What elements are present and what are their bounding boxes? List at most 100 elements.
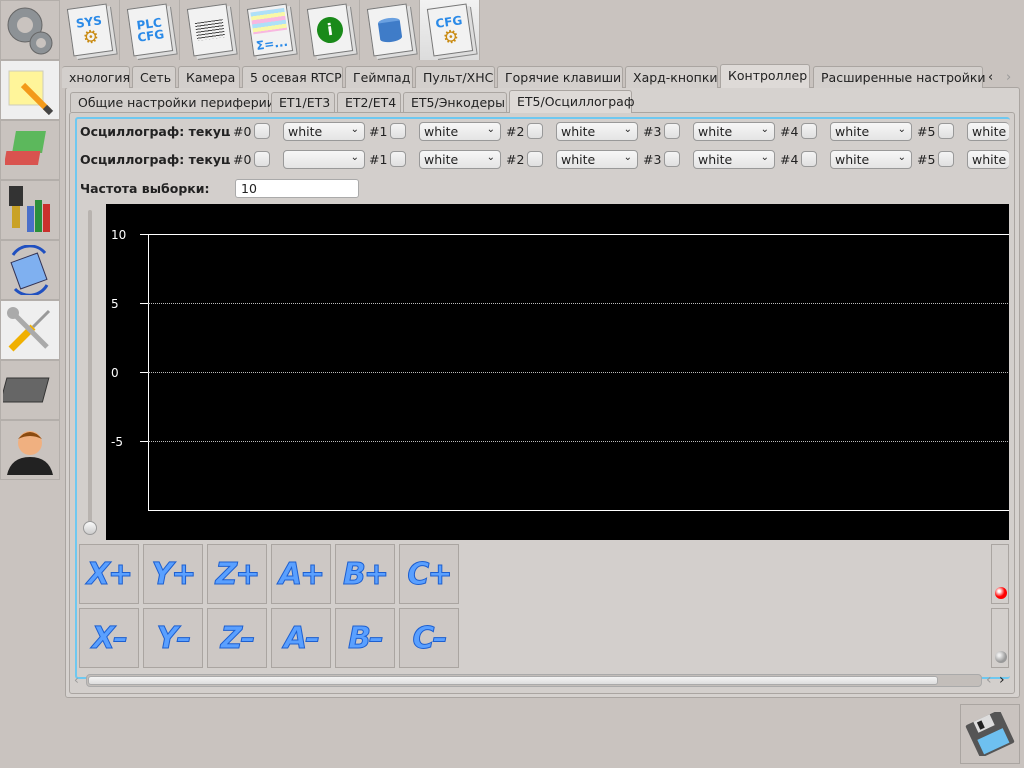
toolbar-text-document-button[interactable] <box>180 0 240 60</box>
channel-enable-checkbox[interactable] <box>664 123 680 139</box>
grid-line <box>148 441 1008 442</box>
select-value: white <box>698 124 733 139</box>
sub-tab-0[interactable]: Общие настройки периферии <box>70 92 275 112</box>
floppy-disk-icon <box>965 712 1015 756</box>
sub-tab-1[interactable]: ET1/ET3 <box>271 92 335 112</box>
chevron-down-icon: ⌄ <box>350 124 359 135</box>
chevron-down-icon: ⌄ <box>760 152 769 163</box>
channel-color-select[interactable]: white ⌄ <box>693 122 775 141</box>
gear-icon: ⚙ <box>441 25 460 49</box>
sample-rate-input[interactable]: 10 <box>235 179 359 198</box>
channel-color-select[interactable]: white ⌄ <box>693 150 775 169</box>
jog-zminus-button[interactable]: Z– <box>207 608 267 668</box>
main-tab-6[interactable]: Горячие клавиши <box>497 66 623 88</box>
sub-tab-2[interactable]: ET2/ET4 <box>337 92 401 112</box>
main-tab-9[interactable]: Расширенные настройки <box>813 66 986 88</box>
chevron-down-icon: ⌄ <box>486 124 495 135</box>
channel-enable-checkbox[interactable] <box>801 123 817 139</box>
user-button[interactable] <box>0 420 60 480</box>
jog-yminus-button[interactable]: Y– <box>143 608 203 668</box>
toolbar-info-button[interactable]: i <box>300 0 360 60</box>
tab-scroll-right[interactable]: › <box>1006 70 1011 85</box>
settings-gears-button[interactable] <box>0 0 60 60</box>
slider-handle[interactable] <box>83 521 97 535</box>
y-tick-mark <box>140 441 148 442</box>
channel-enable-checkbox[interactable] <box>390 123 406 139</box>
channel-id: #1 <box>369 152 388 167</box>
save-button[interactable] <box>960 704 1020 764</box>
select-value: white <box>561 124 596 139</box>
tools-library-button[interactable] <box>0 180 60 240</box>
scroll-left-arrow[interactable]: ‹ <box>986 672 992 688</box>
y-tick-label: 5 <box>111 297 119 311</box>
hardware-chip-button[interactable] <box>0 360 60 420</box>
main-tab-7[interactable]: Хард-кнопки <box>625 66 718 88</box>
main-tab-2[interactable]: Камера <box>178 66 240 88</box>
channel-enable-checkbox[interactable] <box>390 151 406 167</box>
chevron-down-icon: ⌄ <box>897 152 906 163</box>
scroll-right-arrow[interactable]: › <box>999 672 1005 688</box>
jog-aplus-button[interactable]: A+ <box>271 544 331 604</box>
toolbar-cfg-button[interactable]: CFG ⚙ <box>420 0 480 60</box>
tab-scroll-left[interactable]: ‹ <box>988 70 993 85</box>
channel-color-select[interactable]: white ⌄ <box>419 122 501 141</box>
jog-bminus-button[interactable]: B– <box>335 608 395 668</box>
main-tab-0[interactable]: хнология <box>62 66 130 88</box>
setup-tools-button[interactable] <box>0 300 60 360</box>
scroll-left-arrow-small[interactable]: ‹ <box>74 673 79 687</box>
jog-aminus-button[interactable]: A– <box>271 608 331 668</box>
chevron-down-icon: ⌄ <box>897 124 906 135</box>
jog-yplus-button[interactable]: Y+ <box>143 544 203 604</box>
channel-color-select[interactable]: ⌄ <box>283 150 365 169</box>
channel-enable-checkbox[interactable] <box>801 151 817 167</box>
chevron-down-icon: ⌄ <box>760 124 769 135</box>
jog-cminus-button[interactable]: C– <box>399 608 459 668</box>
channel-color-select[interactable]: white ⌄ <box>419 150 501 169</box>
channel-enable-checkbox[interactable] <box>527 123 543 139</box>
toolbar-formula-table-button[interactable]: Σ=... <box>240 0 300 60</box>
books-button[interactable] <box>0 120 60 180</box>
channel-color-select[interactable]: white <box>967 150 1009 169</box>
channel-enable-checkbox[interactable] <box>938 151 954 167</box>
main-tab-3[interactable]: 5 осевая RTCP <box>242 66 343 88</box>
channel-enable-checkbox[interactable] <box>527 151 543 167</box>
channel-enable-checkbox[interactable] <box>664 151 680 167</box>
main-tab-5[interactable]: Пульт/XHC <box>415 66 495 88</box>
sub-tab-3[interactable]: ET5/Энкодеры <box>403 92 507 112</box>
edit-program-button[interactable] <box>0 60 60 120</box>
scope-vertical-slider[interactable] <box>88 210 92 528</box>
osc-row-label: Осциллограф: текущее <box>80 124 230 139</box>
channel-id: #2 <box>506 124 525 139</box>
jog-xplus-button[interactable]: X+ <box>79 544 139 604</box>
tool-library-icon <box>9 186 50 232</box>
channel-color-select[interactable]: white ⌄ <box>556 150 638 169</box>
mycnc-sync-button[interactable] <box>0 240 60 300</box>
main-tab-8[interactable]: Контроллер <box>720 64 810 88</box>
channel-enable-checkbox[interactable] <box>938 123 954 139</box>
channel-enable-checkbox[interactable] <box>254 151 270 167</box>
channel-color-select[interactable]: white ⌄ <box>283 122 365 141</box>
channel-color-select[interactable]: white ⌄ <box>556 122 638 141</box>
jog-xminus-button[interactable]: X– <box>79 608 139 668</box>
chevron-down-icon: ⌄ <box>623 152 632 163</box>
sub-tab-4[interactable]: ET5/Осциллограф <box>509 90 635 113</box>
scrollbar-thumb[interactable] <box>88 676 938 685</box>
toolbar-sys-config-button[interactable]: SYS ⚙ <box>60 0 120 60</box>
channel-color-select[interactable]: white ⌄ <box>830 150 912 169</box>
horizontal-scrollbar[interactable] <box>86 674 982 687</box>
toolbar-plc-config-button[interactable]: PLC CFG <box>120 0 180 60</box>
y-tick-label: 0 <box>111 366 119 380</box>
main-tab-4[interactable]: Геймпад <box>345 66 413 88</box>
jog-zplus-button[interactable]: Z+ <box>207 544 267 604</box>
jog-bplus-button[interactable]: B+ <box>335 544 395 604</box>
channel-id: #0 <box>233 124 252 139</box>
toolbar-database-button[interactable] <box>360 0 420 60</box>
sys-config-icon: SYS ⚙ <box>66 3 113 57</box>
channel-id: #3 <box>643 124 662 139</box>
channel-enable-checkbox[interactable] <box>254 123 270 139</box>
channel-color-select[interactable]: white <box>967 122 1009 141</box>
jog-cplus-button[interactable]: C+ <box>399 544 459 604</box>
channel-color-select[interactable]: white ⌄ <box>830 122 912 141</box>
main-tab-1[interactable]: Сеть <box>132 66 176 88</box>
refresh-chip-icon <box>10 245 49 295</box>
